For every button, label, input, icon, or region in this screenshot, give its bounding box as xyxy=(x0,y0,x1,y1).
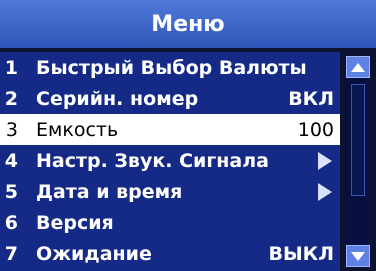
menu-item-standby[interactable]: 7 Ожидание ВЫКЛ xyxy=(0,238,340,269)
menu-item-beep-settings[interactable]: 4 Настр. Звук. Сигнала xyxy=(0,145,340,176)
menu-item-serial-number[interactable]: 2 Серийн. номер ВКЛ xyxy=(0,83,340,114)
menu-item-label: Быстрый Выбор Валюты xyxy=(36,56,307,79)
menu-list: 1 Быстрый Выбор Валюты 2 Серийн. номер В… xyxy=(0,52,340,271)
menu-item-number: 3 xyxy=(5,118,18,141)
menu-item-label: Дата и время xyxy=(36,180,183,203)
menu-item-number: 7 xyxy=(4,242,18,265)
menu-title: Меню xyxy=(151,11,225,37)
scrollbar-thumb[interactable] xyxy=(351,84,365,196)
scroll-down-icon xyxy=(351,252,365,261)
menu-item-capacity[interactable]: 3 Емкость 100 xyxy=(0,114,340,145)
menu-item-date-time[interactable]: 5 Дата и время xyxy=(0,176,340,207)
menu-item-value: ВКЛ xyxy=(288,87,334,110)
menu-item-label: Емкость xyxy=(36,118,119,141)
menu-item-number: 5 xyxy=(4,180,18,203)
menu-title-bar: Меню xyxy=(0,0,376,48)
menu-item-label: Ожидание xyxy=(36,242,152,265)
scroll-down-button[interactable] xyxy=(346,245,370,267)
menu-item-number: 1 xyxy=(4,56,18,79)
menu-item-value: ВЫКЛ xyxy=(268,242,334,265)
scrollbar[interactable] xyxy=(346,56,370,267)
menu-item-number: 6 xyxy=(4,211,18,234)
arrow-right-icon xyxy=(318,182,332,201)
menu-item-number: 4 xyxy=(4,149,18,172)
menu-item-label: Версия xyxy=(36,211,114,234)
device-screen: Меню 1 Быстрый Выбор Валюты 2 Серийн. но… xyxy=(0,0,376,271)
menu-item-value: 100 xyxy=(297,118,334,141)
arrow-right-icon xyxy=(318,151,332,170)
menu-item-label: Настр. Звук. Сигнала xyxy=(36,149,269,172)
scroll-up-button[interactable] xyxy=(346,56,370,78)
menu-item-label: Серийн. номер xyxy=(36,87,199,110)
menu-item-number: 2 xyxy=(4,87,18,110)
menu-item-quick-currency[interactable]: 1 Быстрый Выбор Валюты xyxy=(0,52,340,83)
menu-item-version[interactable]: 6 Версия xyxy=(0,207,340,238)
scroll-up-icon xyxy=(351,63,365,72)
